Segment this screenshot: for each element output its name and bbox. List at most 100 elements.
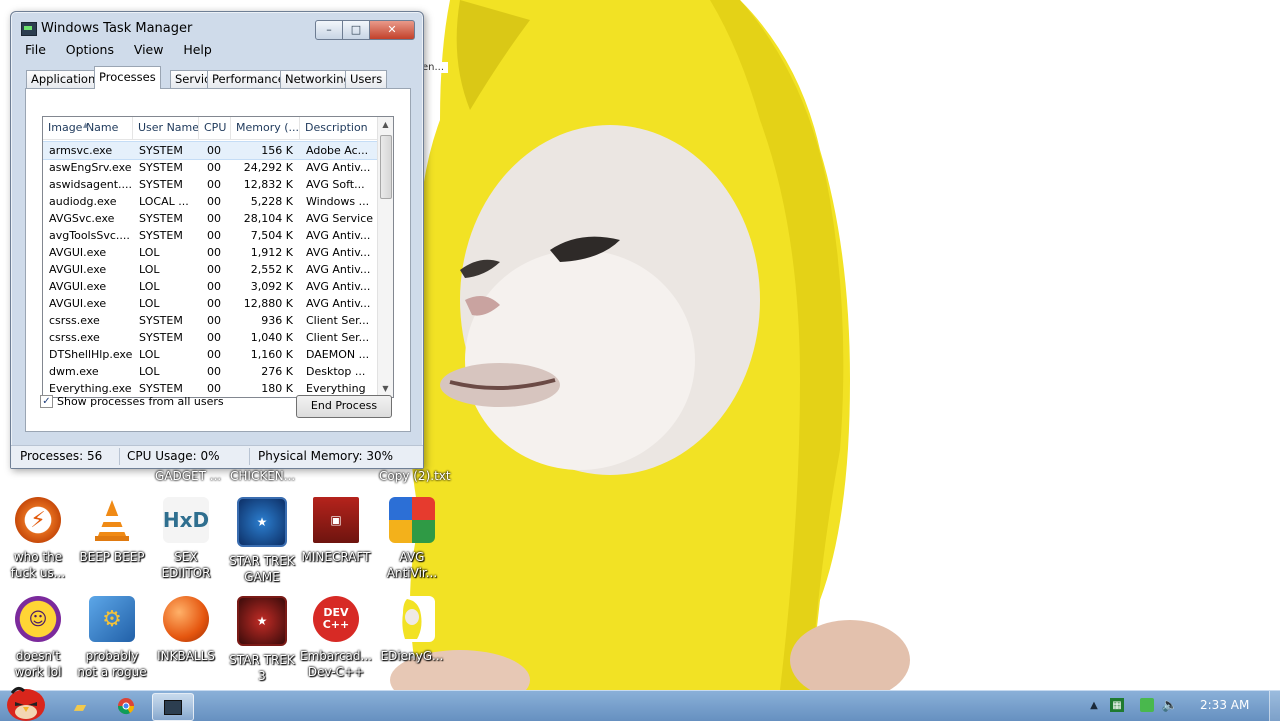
desktop-icon-label-gadget[interactable]: GADGET ... (155, 469, 221, 483)
desktop-icon-inkball[interactable]: INKBALLS (148, 596, 224, 664)
user-name-cell: LOL (139, 246, 160, 259)
desktop-icon-label-copy-txt[interactable]: Copy (2).txt (379, 469, 451, 483)
volume-icon[interactable]: 🔈 (1162, 698, 1178, 713)
column-header-image-name[interactable]: ▲ Image Name (43, 117, 133, 139)
desktop-icon-label-chicken[interactable]: CHICKEN... (230, 469, 295, 483)
network-icon[interactable] (1140, 698, 1154, 712)
taskbar-chrome[interactable] (106, 693, 146, 719)
cpu-cell: 00 (207, 331, 221, 344)
table-row[interactable]: AVGUI.exe LOL 00 3,092 K AVG Antiv... (43, 278, 378, 295)
task-manager-window: Windows Task Manager – □ ✕ File Options … (10, 11, 424, 469)
memory-cell: 12,832 K (243, 178, 293, 191)
desktop-icon-vlc[interactable]: BEEP BEEP (74, 497, 150, 565)
column-header-description[interactable]: Description (300, 117, 378, 139)
minimize-button[interactable]: – (315, 20, 343, 40)
image-name-cell: AVGUI.exe (49, 263, 107, 276)
column-header-cpu[interactable]: CPU (199, 117, 231, 139)
desktop-icon-avg[interactable]: AVG AntiVir... (374, 497, 450, 581)
star-wars-icon: ★ (237, 596, 287, 646)
column-header-memory[interactable]: Memory (... (231, 117, 300, 139)
task-manager-tray-icon[interactable]: ▦ (1110, 698, 1124, 712)
end-process-button[interactable]: End Process (296, 395, 392, 418)
cpu-cell: 00 (207, 280, 221, 293)
process-list[interactable]: ▲ Image Name User Name CPU Memory (... D… (42, 116, 394, 398)
dev-cpp-icon: DEV C++ (313, 596, 359, 642)
memory-cell: 276 K (261, 365, 293, 378)
show-desktop-button[interactable] (1269, 691, 1280, 721)
show-all-users-checkbox[interactable]: ✓ (40, 395, 53, 408)
table-row[interactable]: aswidsagent.... SYSTEM 00 12,832 K AVG S… (43, 176, 378, 193)
table-row[interactable]: armsvc.exe SYSTEM 00 156 K Adobe Ac... (43, 141, 379, 160)
menu-bar: File Options View Help (23, 42, 226, 60)
desktop-icon-star-trek-3[interactable]: ★ STAR TREK 3 (224, 596, 300, 684)
start-button[interactable] (2, 685, 50, 721)
desktop-icon-label: STAR TREK GAME (229, 554, 295, 584)
minecraft-icon: ▣ (313, 497, 359, 543)
close-button[interactable]: ✕ (369, 20, 415, 40)
desktop-icon-label: doesn't work lol (14, 649, 62, 679)
menu-options[interactable]: Options (64, 42, 120, 57)
memory-cell: 1,040 K (250, 331, 293, 344)
memory-cell: 5,228 K (250, 195, 293, 208)
tab-processes[interactable]: Processes (94, 66, 161, 89)
user-name-cell: LOL (139, 280, 160, 293)
user-name-cell: SYSTEM (139, 144, 183, 157)
tab-users[interactable]: Users (345, 70, 388, 88)
table-row[interactable]: audiodg.exe LOCAL ... 00 5,228 K Windows… (43, 193, 378, 210)
description-cell: Client Ser... (306, 314, 370, 327)
taskbar: ▰ ▲ ▦ 🔈 2:33 AM (0, 686, 1280, 721)
desktop-icon-label: EDienyG... (380, 649, 444, 663)
table-row[interactable]: AVGUI.exe LOL 00 12,880 K AVG Antiv... (43, 295, 378, 312)
memory-cell: 156 K (261, 144, 293, 157)
status-bar: Processes: 56 CPU Usage: 0% Physical Mem… (11, 445, 423, 468)
table-row[interactable]: AVGUI.exe LOL 00 2,552 K AVG Antiv... (43, 261, 378, 278)
cpu-cell: 00 (207, 144, 221, 157)
table-row[interactable]: avgToolsSvc.... SYSTEM 00 7,504 K AVG An… (43, 227, 378, 244)
table-row[interactable]: csrss.exe SYSTEM 00 936 K Client Ser... (43, 312, 378, 329)
desktop-icon-minecraft[interactable]: ▣ MINECRAFT (298, 497, 374, 565)
show-hidden-icons-icon[interactable]: ▲ (1087, 698, 1101, 712)
image-name-cell: aswEngSrv.exe (49, 161, 132, 174)
system-clock[interactable]: 2:33 AM (1200, 698, 1249, 712)
desktop-icon-star-trek-game[interactable]: ★ STAR TREK GAME (224, 497, 300, 585)
desktop-icon-yahoo[interactable]: ☺ doesn't work lol (0, 596, 76, 680)
window-title: Windows Task Manager (41, 21, 193, 36)
table-row[interactable]: dwm.exe LOL 00 276 K Desktop ... (43, 363, 378, 380)
user-name-cell: SYSTEM (139, 212, 183, 225)
desktop-icon-label: Embarcad... Dev-C++ (300, 649, 372, 679)
table-row[interactable]: aswEngSrv.exe SYSTEM 00 24,292 K AVG Ant… (43, 159, 378, 176)
cpu-usage: CPU Usage: 0% (127, 449, 220, 463)
menu-help[interactable]: Help (181, 42, 218, 57)
desktop-icon-software-box[interactable]: ⚙ probably not a rogue (74, 596, 150, 680)
title-bar[interactable]: Windows Task Manager – □ ✕ (11, 12, 423, 42)
cpu-cell: 00 (207, 195, 221, 208)
table-row[interactable]: csrss.exe SYSTEM 00 1,040 K Client Ser..… (43, 329, 378, 346)
image-name-cell: csrss.exe (49, 314, 100, 327)
user-name-cell: SYSTEM (139, 229, 183, 242)
desktop-icon-dev-cpp[interactable]: DEV C++ Embarcad... Dev-C++ (298, 596, 374, 680)
scrollbar-thumb[interactable] (380, 135, 392, 199)
desktop-icon-hxd[interactable]: HxD SEX EDIITOR (148, 497, 224, 581)
table-row[interactable]: DTShellHlp.exe LOL 00 1,160 K DAEMON ... (43, 346, 378, 363)
cpu-cell: 00 (207, 246, 221, 259)
cpu-cell: 00 (207, 297, 221, 310)
tab-performance[interactable]: Performance (207, 70, 290, 88)
description-cell: AVG Antiv... (306, 280, 371, 293)
process-list-scrollbar[interactable]: ▲ ▼ (377, 117, 393, 397)
scroll-up-arrow-icon[interactable]: ▲ (378, 117, 393, 133)
user-name-cell: SYSTEM (139, 331, 183, 344)
table-row[interactable]: AVGUI.exe LOL 00 1,912 K AVG Antiv... (43, 244, 378, 261)
desktop-icon-banana[interactable]: EDienyG... (374, 596, 450, 664)
image-name-cell: DTShellHlp.exe (49, 348, 133, 361)
table-row[interactable]: AVGSvc.exe SYSTEM 00 28,104 K AVG Servic… (43, 210, 378, 227)
maximize-button[interactable]: □ (342, 20, 370, 40)
menu-file[interactable]: File (23, 42, 52, 57)
description-cell: AVG Antiv... (306, 161, 371, 174)
menu-view[interactable]: View (132, 42, 170, 57)
description-cell: AVG Antiv... (306, 297, 371, 310)
column-header-user-name[interactable]: User Name (133, 117, 199, 139)
desktop-icon-lightning[interactable]: ⚡ who the fuck us... (0, 497, 76, 581)
description-cell: Desktop ... (306, 365, 366, 378)
taskbar-task-manager[interactable] (152, 693, 194, 721)
taskbar-explorer[interactable]: ▰ (60, 693, 100, 719)
